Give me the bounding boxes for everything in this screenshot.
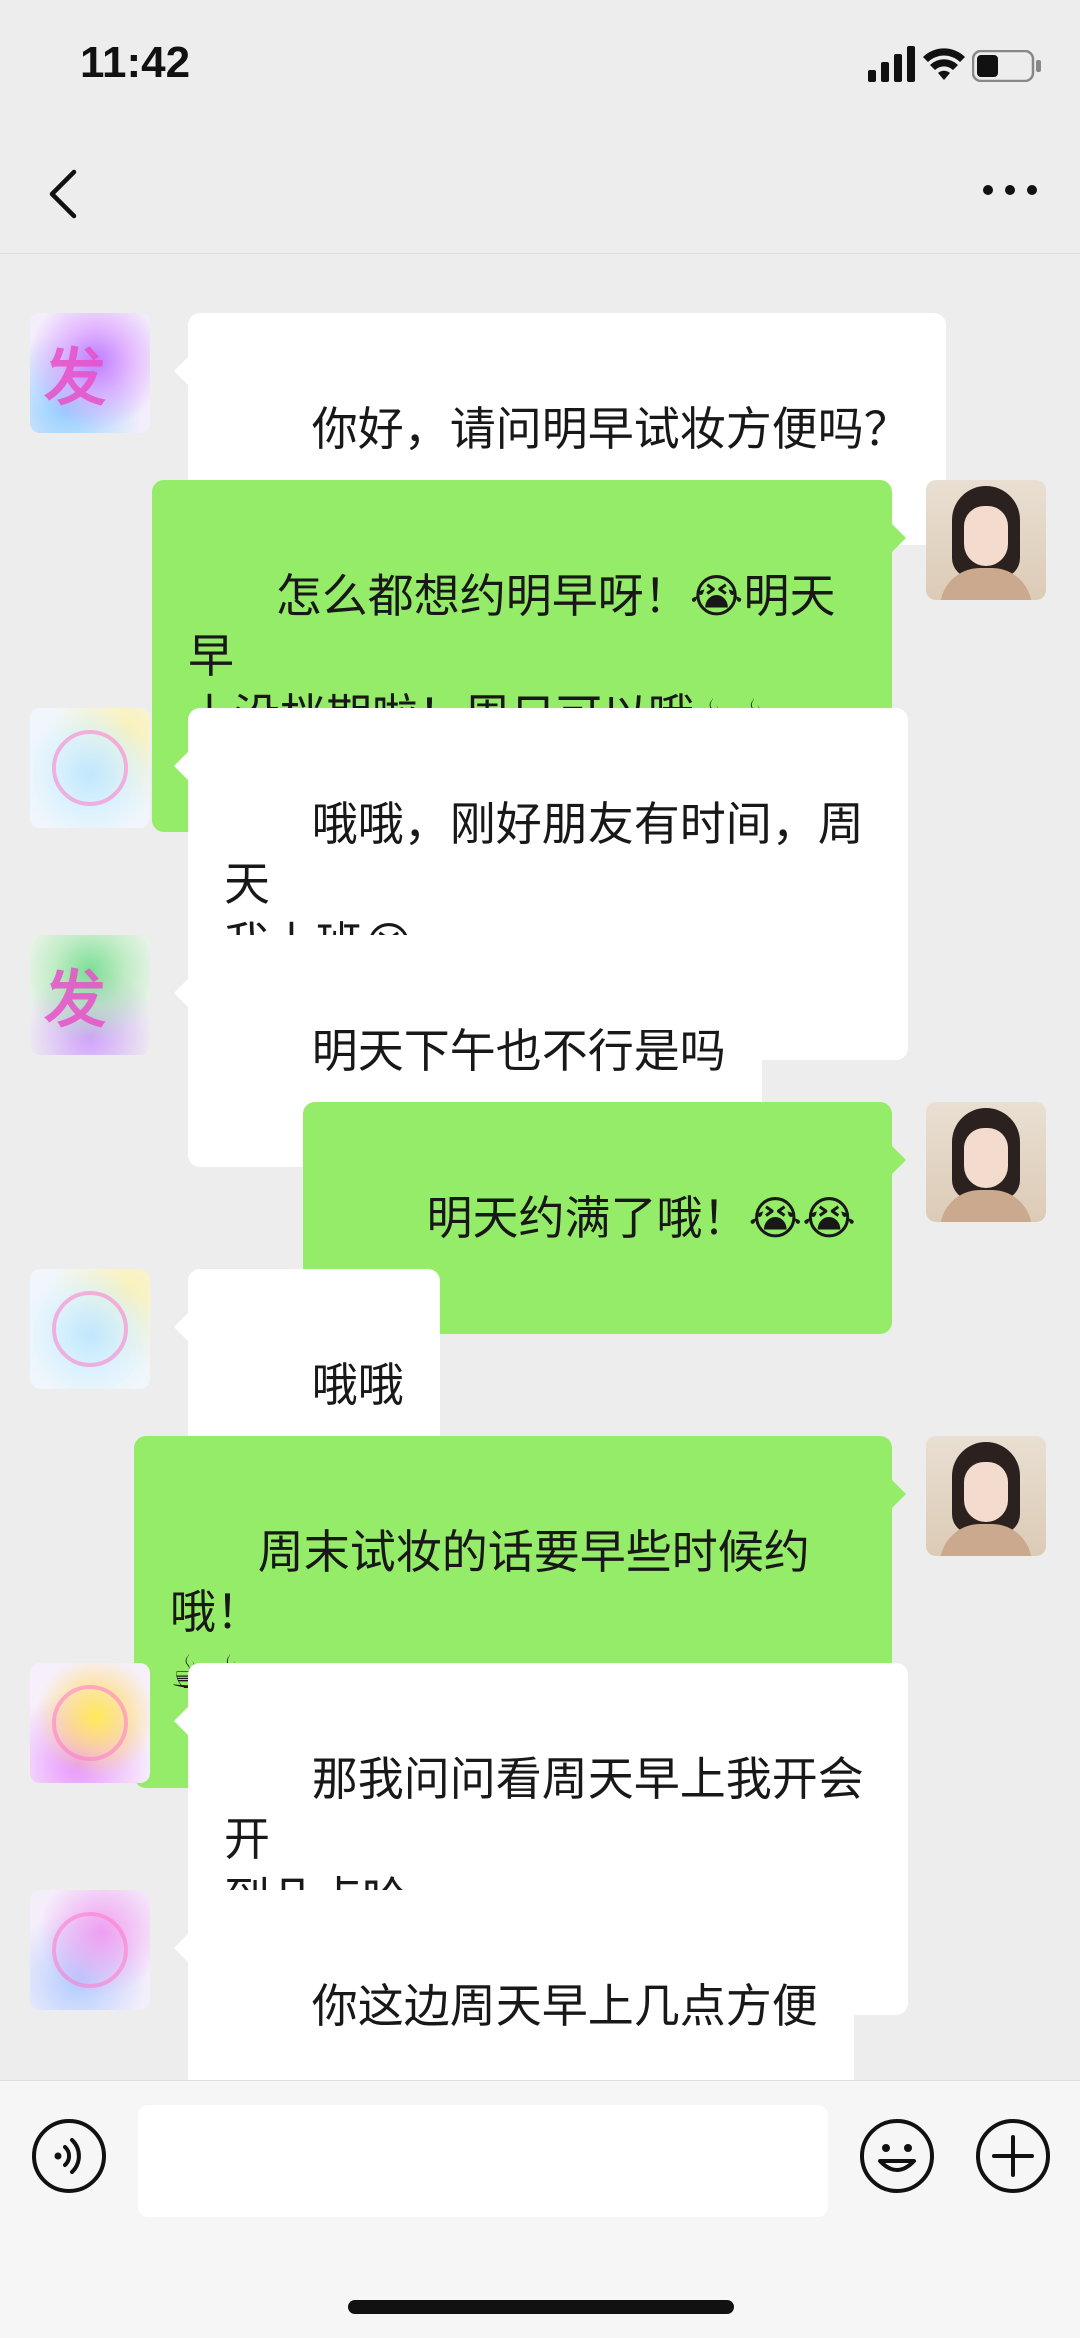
avatar[interactable] [30,708,150,828]
avatar[interactable] [30,1269,150,1389]
chevron-left-icon[interactable] [44,166,84,222]
avatar[interactable] [30,1890,150,2010]
status-bar: 11:42 [0,0,1080,130]
message-text: 你这边周天早上几点方便 [311,1979,818,2033]
message-input[interactable] [138,2105,828,2217]
home-indicator[interactable] [348,2300,734,2314]
message-text: 你好，请问明早试妆方便吗？ [311,402,910,456]
avatar[interactable]: 发 [30,935,150,1055]
voice-icon[interactable] [30,2117,108,2195]
wifi-icon [923,48,965,80]
message-text: 明天下午也不行是吗 [311,1024,726,1078]
message-list[interactable]: 发 你好，请问明早试妆方便吗？ 怎么都想约明早呀！😭明天早 上没档期啦！周日可以… [0,255,1080,2122]
avatar[interactable] [926,1102,1046,1222]
status-time: 11:42 [80,38,191,87]
avatar[interactable] [926,480,1046,600]
message-text: 哦哦 [311,1358,404,1412]
avatar[interactable] [30,1663,150,1783]
plus-icon[interactable] [974,2117,1052,2195]
emoji-icon[interactable] [858,2117,936,2195]
avatar[interactable]: 发 [30,313,150,433]
avatar[interactable] [926,1436,1046,1556]
battery-icon [972,50,1041,82]
nav-bar [0,130,1080,254]
signal-icon [868,46,915,82]
message-text: 明天约满了哦！😭😭 [426,1191,857,1245]
ellipsis-icon[interactable] [980,178,1040,202]
